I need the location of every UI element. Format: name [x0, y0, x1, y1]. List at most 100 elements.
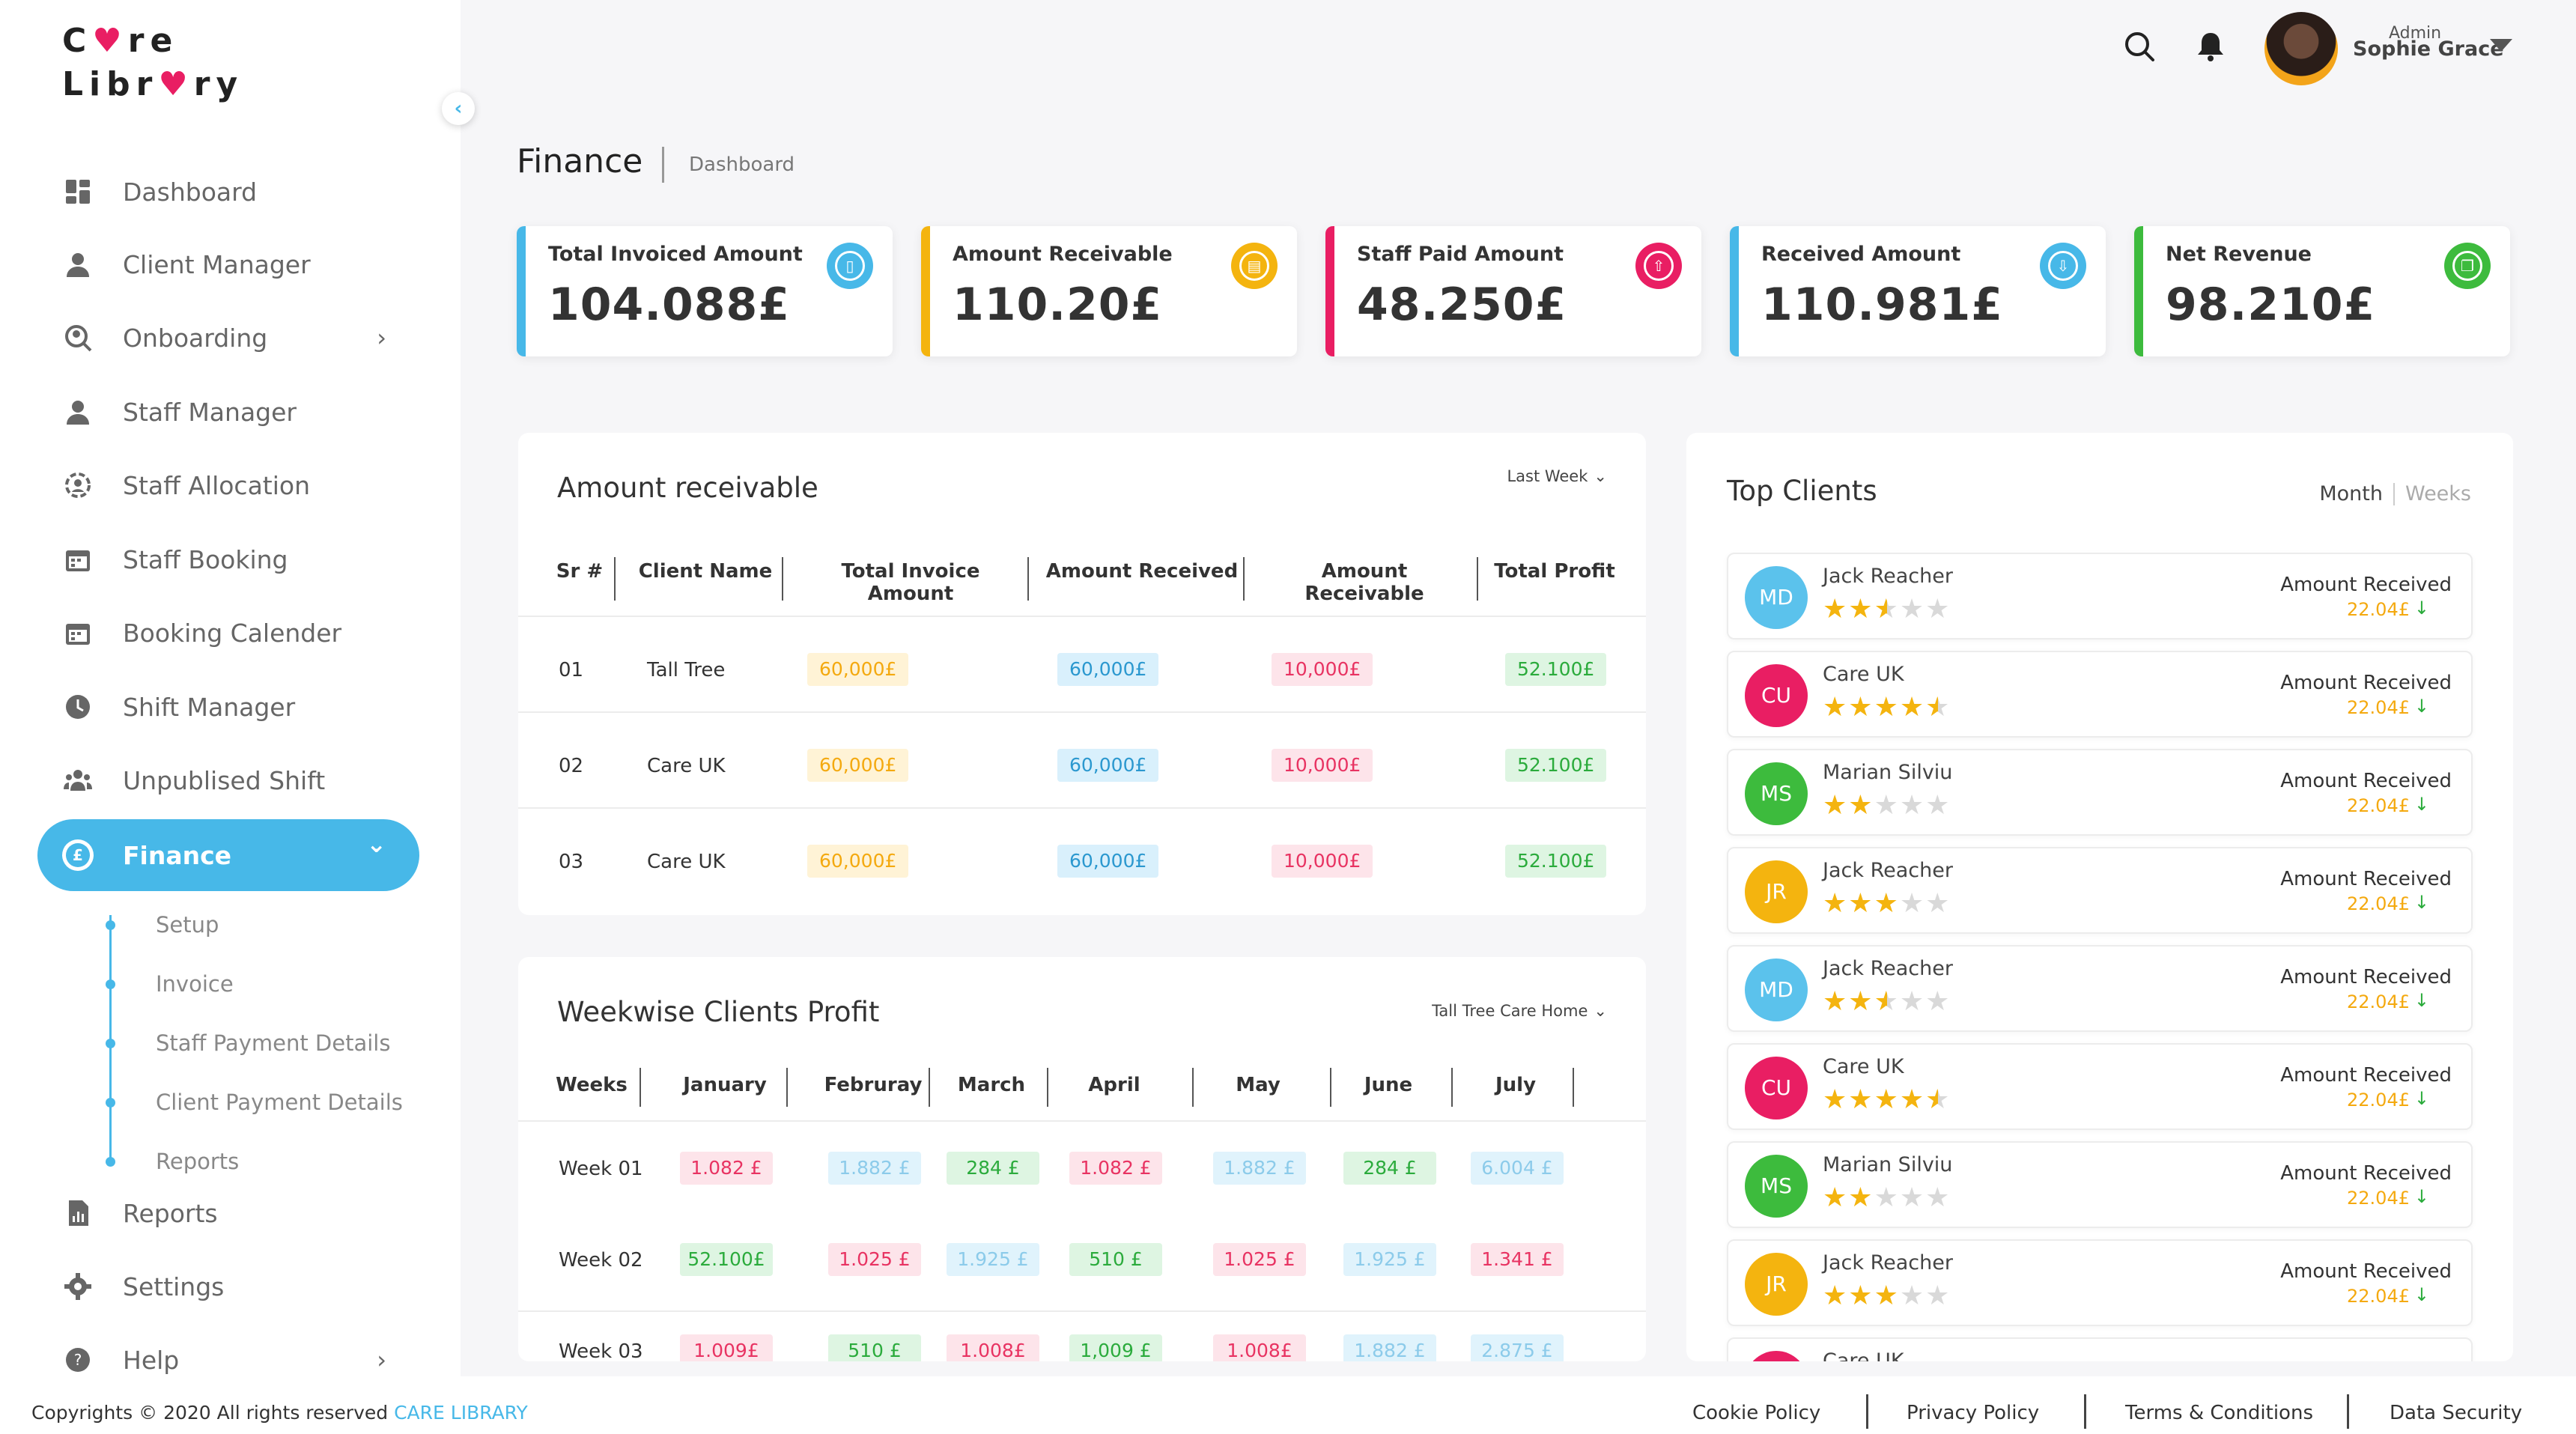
client-card[interactable]: JR Jack Reacher ★★★★★ Amount Received 22.04£…: [1727, 1239, 2473, 1326]
amount-badge: 10,000£: [1272, 749, 1373, 782]
client-card[interactable]: MS Marian Silviu ★★★★★ Amount Received 22.04…: [1727, 1141, 2473, 1228]
client-card[interactable]: CU Care UK ★★★★★ Amount Received 22.04£ ↓: [1727, 651, 2473, 738]
footer-link[interactable]: Terms & Conditions: [2125, 1402, 2313, 1424]
document-icon: ▯: [827, 243, 873, 289]
finance-submenu-item[interactable]: Staff Payment Details: [156, 1027, 390, 1060]
table-cell-week: Week 03: [559, 1340, 643, 1361]
amount-badge: 10,000£: [1272, 845, 1373, 878]
sidebar: C♥re Libr♥ry Dashboard Client Manager Onbo…: [0, 0, 461, 1376]
stat-card: Net Revenue 98.210£ ❐: [2134, 226, 2510, 356]
sidebar-item-unpublised-shift[interactable]: Unpublised Shift: [37, 744, 419, 816]
star-rating: ★★★★★: [1823, 693, 1951, 723]
amount-received-label: Amount Received: [2280, 1162, 2452, 1185]
profit-badge: 1.025 £: [1213, 1243, 1306, 1276]
sidebar-item-dashboard[interactable]: Dashboard: [37, 156, 419, 228]
table-cell-client: Care UK: [647, 755, 726, 777]
client-name: Marian Silviu: [1823, 1153, 1953, 1176]
sidebar-item-client-manager[interactable]: Client Manager: [37, 228, 419, 300]
star-rating: ★★★★★: [1823, 1183, 1951, 1213]
search-icon[interactable]: [2123, 30, 2156, 66]
finance-submenu-item[interactable]: Setup: [156, 908, 219, 941]
finance-submenu-item[interactable]: Reports: [156, 1145, 239, 1178]
amount-received-label: Amount Received: [2280, 770, 2452, 792]
sidebar-item-shift-manager[interactable]: Shift Manager: [37, 671, 419, 743]
client-card[interactable]: MS Marian Silviu ★★★★★ Amount Received 22.04…: [1727, 749, 2473, 836]
client-card[interactable]: CU Care UK ★★★★★ Amount Received 22.04£ ↓: [1727, 1043, 2473, 1130]
table-cell-sr: 02: [559, 755, 584, 777]
sidebar-item-staff-manager[interactable]: Staff Manager: [37, 376, 419, 448]
sidebar-item-onboarding[interactable]: Onboarding ›: [37, 302, 419, 374]
footer-link[interactable]: Cookie Policy: [1692, 1402, 1820, 1424]
user-menu-caret-icon[interactable]: [2490, 39, 2512, 52]
client-card[interactable]: JR Jack Reacher ★★★★★ Amount Received 22.04£…: [1727, 847, 2473, 934]
arrow-down-icon: ↓: [2414, 1186, 2429, 1207]
sidebar-item-staff-booking[interactable]: Staff Booking: [37, 523, 419, 595]
finance-submenu-item[interactable]: Invoice: [156, 967, 234, 1000]
app-logo[interactable]: C♥re Libr♥ry: [62, 19, 243, 106]
finance-submenu-item[interactable]: Client Payment Details: [156, 1086, 403, 1119]
client-card[interactable]: MD Jack Reacher ★★★★★ Amount Received 22.04£…: [1727, 553, 2473, 639]
period-filter-dropdown[interactable]: Last Week ⌄: [1507, 467, 1607, 485]
sidebar-item-settings[interactable]: Settings: [37, 1251, 419, 1322]
star-icon: ★: [1874, 692, 1900, 723]
tab-month[interactable]: Month: [2319, 482, 2383, 505]
tab-weeks[interactable]: Weeks: [2405, 482, 2471, 505]
document-icon: ▤: [1231, 243, 1278, 289]
profit-badge: 6.004 £: [1471, 1152, 1564, 1185]
client-avatar: JR: [1745, 1253, 1808, 1316]
star-icon: ★: [1823, 594, 1849, 625]
table-cell-client: Care UK: [647, 851, 726, 873]
client-name: Jack Reacher: [1823, 565, 1953, 588]
amount-received-value: 22.04£: [2347, 697, 2410, 718]
sidebar-item-booking-calender[interactable]: Booking Calender: [37, 597, 419, 669]
table-header: May: [1236, 1074, 1281, 1096]
profit-badge: 1.082 £: [680, 1152, 773, 1185]
star-icon: ★: [1925, 986, 1951, 1017]
star-icon: ★: [1925, 692, 1951, 723]
profit-badge: 1.341 £: [1471, 1243, 1564, 1276]
sidebar-item-label: Unpublised Shift: [123, 765, 326, 795]
sidebar-item-staff-allocation[interactable]: Staff Allocation: [37, 449, 419, 521]
clock-icon: [60, 689, 96, 725]
arrow-down-icon: ↓: [2414, 1088, 2429, 1109]
arrow-down-icon: ↓: [2414, 892, 2429, 913]
profit-badge: 510 £: [828, 1334, 921, 1361]
svg-text:£: £: [73, 846, 83, 864]
brand-link[interactable]: CARE LIBRARY: [394, 1402, 528, 1424]
client-card[interactable]: CUCare UK★★★★★: [1727, 1337, 2473, 1361]
header-separator: [640, 1068, 641, 1107]
submenu-dot: [106, 1039, 115, 1048]
footer-link[interactable]: Data Security: [2390, 1402, 2522, 1424]
client-filter-dropdown[interactable]: Tall Tree Care Home ⌄: [1432, 1002, 1607, 1020]
star-icon: ★: [1848, 888, 1874, 919]
amount-badge: 60,000£: [1057, 749, 1159, 782]
breadcrumb[interactable]: Dashboard: [689, 154, 795, 176]
weekwise-profit-title: Weekwise Clients Profit: [557, 996, 880, 1028]
sidebar-item-reports[interactable]: Reports: [37, 1177, 419, 1249]
star-icon: ★: [1823, 692, 1849, 723]
stat-card-value: 104.088£: [548, 279, 791, 331]
top-clients-panel: Top Clients Month Weeks MD Jack Reacher ★★…: [1686, 433, 2513, 1361]
arrow-down-icon: ↓: [2414, 598, 2429, 619]
amount-badge: 60,000£: [807, 845, 909, 878]
star-icon: ★: [1899, 986, 1926, 1017]
star-icon: ★: [1874, 1280, 1900, 1311]
stat-card-value: 98.210£: [2166, 279, 2376, 331]
sidebar-item-finance[interactable]: £ Finance ⌄: [37, 819, 419, 891]
client-card[interactable]: MD Jack Reacher ★★★★★ Amount Received 22.04£…: [1727, 945, 2473, 1032]
user-icon: [60, 394, 96, 430]
sidebar-item-help[interactable]: ? Help ›: [37, 1324, 419, 1376]
profit-badge: 1.025 £: [828, 1243, 921, 1276]
sidebar-item-label: Shift Manager: [123, 692, 296, 722]
profit-badge: 1.008£: [1213, 1334, 1306, 1361]
sidebar-collapse-button[interactable]: ‹: [442, 92, 475, 125]
stat-card-value: 48.250£: [1357, 279, 1567, 331]
client-avatar: MD: [1745, 958, 1808, 1021]
notification-bell-icon[interactable]: [2196, 30, 2226, 66]
stat-card-label: Staff Paid Amount: [1357, 243, 1564, 266]
table-header: Weeks: [556, 1074, 628, 1096]
footer-link[interactable]: Privacy Policy: [1907, 1402, 2039, 1424]
row-divider: [518, 1120, 1646, 1122]
user-name[interactable]: Sophie Grace: [2353, 37, 2504, 61]
user-avatar[interactable]: [2264, 12, 2338, 85]
